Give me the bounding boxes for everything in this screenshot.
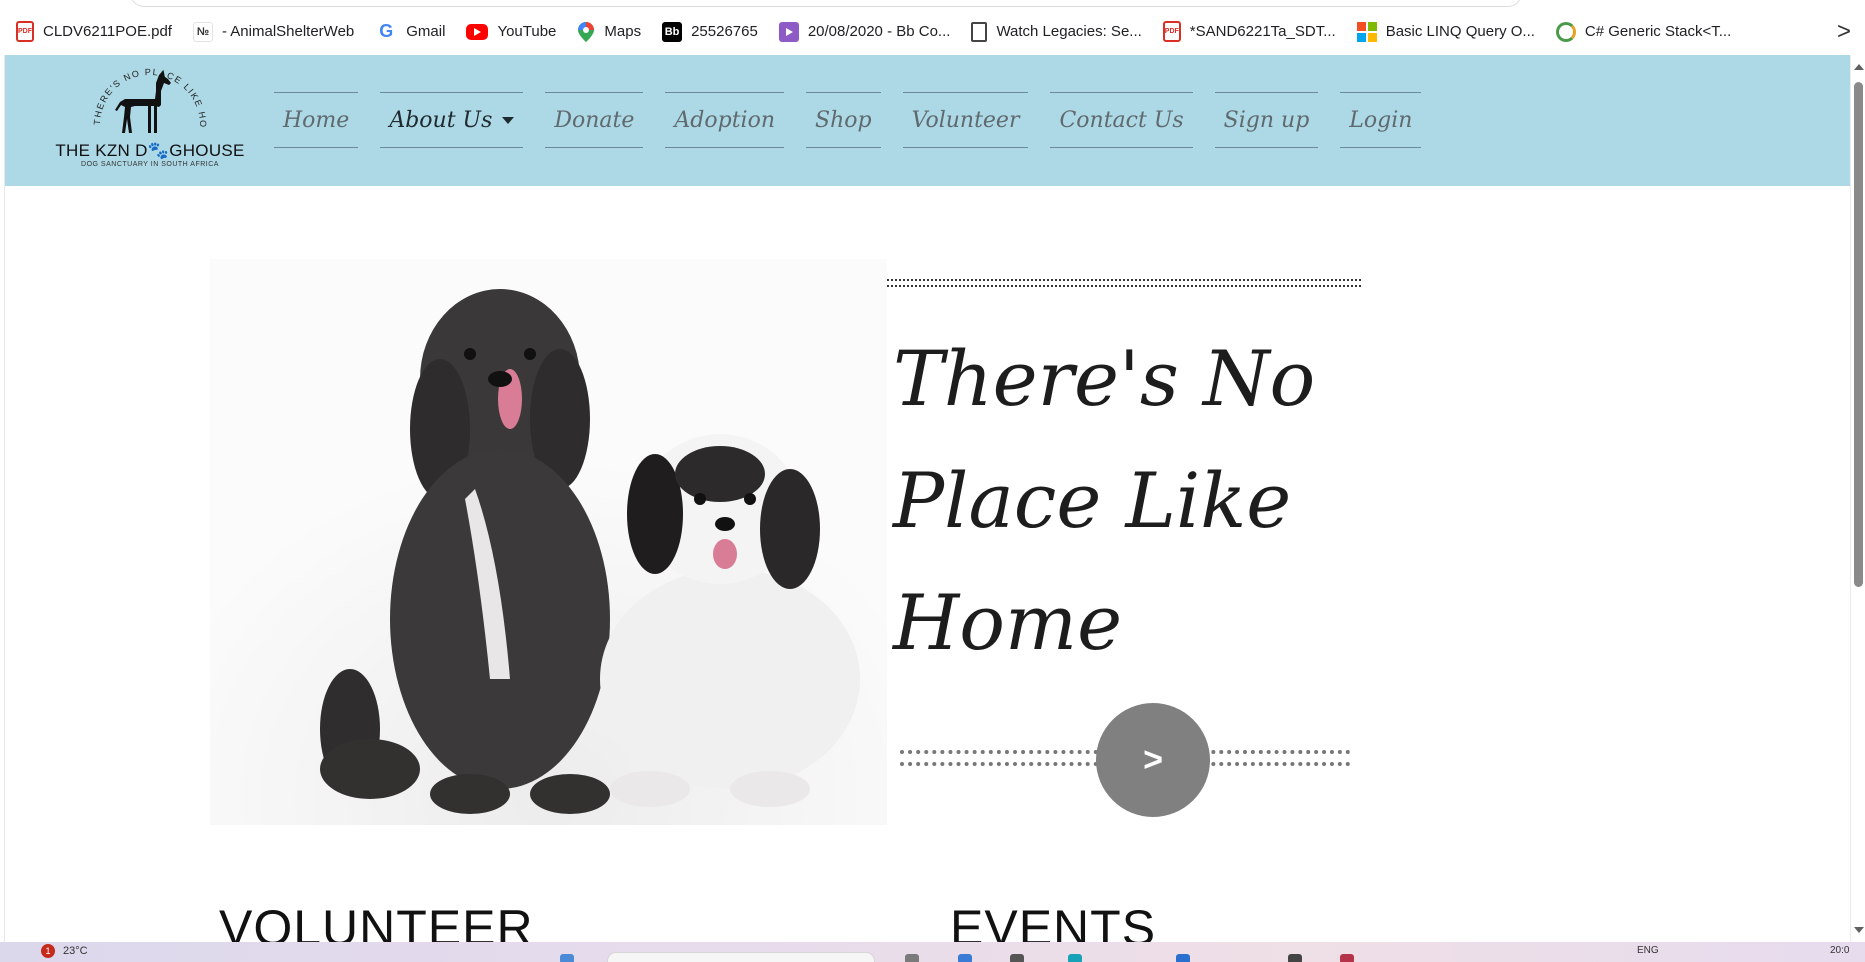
taskbar-app-icon[interactable] (905, 954, 919, 962)
tab-strip-edge (130, 0, 1522, 7)
headline-line: Home (893, 578, 1123, 667)
hero-divider-left (900, 750, 1098, 766)
nav-donate[interactable]: Donate (545, 92, 644, 148)
nav-contact-us[interactable]: Contact Us (1050, 92, 1193, 148)
bookmark-sand6221[interactable]: PDF *SAND6221Ta_SDT... (1162, 16, 1336, 48)
nav-shop[interactable]: Shop (806, 92, 881, 148)
bookmark-label: 20/08/2020 - Bb Co... (807, 23, 951, 40)
youtube-icon (466, 23, 489, 40)
task-view-icon[interactable] (560, 954, 574, 962)
microsoft-icon (1356, 21, 1377, 42)
page-icon: № (192, 21, 213, 42)
bookmark-linq-query[interactable]: Basic LINQ Query O... (1356, 16, 1535, 48)
video-icon (778, 21, 799, 42)
logo-emblem: THERE'S NO PLACE LIKE HOME (51, 55, 208, 133)
nav-about-us[interactable]: About Us (380, 92, 524, 148)
google-icon: G (379, 21, 394, 41)
bookmarks-overflow-chevron-icon[interactable]: > (1837, 8, 1851, 55)
taskbar-app-icon[interactable] (1176, 954, 1190, 962)
taskbar-search[interactable] (607, 952, 875, 962)
bookmark-label: Basic LINQ Query O... (1385, 23, 1535, 40)
bookmark-gmail[interactable]: G Gmail (375, 16, 445, 48)
nav-label: Shop (815, 107, 872, 133)
bookmark-label: *SAND6221Ta_SDT... (1189, 23, 1336, 40)
window-top-strip (0, 0, 1865, 8)
bookmark-label: 25526765 (691, 23, 758, 40)
page-viewport: THERE'S NO PLACE LIKE HOME THE KZN D🐾GHO… (4, 55, 1850, 942)
nav-label: Sign up (1223, 107, 1310, 133)
nav-label: Login (1349, 107, 1413, 133)
bookmark-label: Watch Legacies: Se... (996, 23, 1142, 40)
pdf-icon: PDF (1162, 21, 1181, 42)
bookmark-label: CLDV6211POE.pdf (43, 23, 172, 40)
taskbar-app-icon[interactable] (1340, 954, 1354, 962)
taskbar-app-icon[interactable] (1010, 954, 1024, 962)
bookmark-label: Maps (604, 23, 642, 40)
hero-dogs-image (210, 259, 887, 825)
headline-line: There's No (893, 334, 1316, 423)
scroll-thumb[interactable] (1854, 82, 1863, 587)
nav-label: Home (283, 107, 350, 133)
scroll-up-arrow-icon[interactable] (1854, 64, 1864, 70)
bookmark-label: - AnimalShelterWeb (221, 23, 355, 40)
bookmark-label: YouTube (497, 23, 557, 40)
svg-text:THERE'S NO PLACE LIKE HOME: THERE'S NO PLACE LIKE HOME (55, 61, 208, 129)
logo-arc-text: THERE'S NO PLACE LIKE HOME (51, 55, 207, 129)
nav-label: Volunteer (911, 107, 1020, 133)
nav-adoption[interactable]: Adoption (665, 92, 784, 148)
bookmark-bb-collaborate[interactable]: 20/08/2020 - Bb Co... (778, 16, 951, 48)
nav-label: About Us (389, 107, 493, 133)
volunteer-heading: VOLUNTEER (219, 900, 534, 942)
document-icon (971, 21, 988, 42)
site-logo[interactable]: THERE'S NO PLACE LIKE HOME THE KZN D🐾GHO… (51, 55, 255, 171)
hero-next-button[interactable]: > (1096, 703, 1210, 817)
events-heading: EVENTS (950, 900, 1157, 942)
scroll-down-arrow-icon[interactable] (1854, 927, 1864, 933)
os-taskbar: 1 23°C ENG 20:0 (0, 942, 1865, 962)
headline-line: Place Like (893, 456, 1292, 545)
main-nav: Home About Us Donate Adoption Shop Volun… (274, 92, 1422, 148)
nav-sign-up[interactable]: Sign up (1214, 92, 1319, 148)
bookmark-label: Gmail (406, 23, 446, 40)
site-icon (1555, 21, 1576, 42)
weather-alert-badge[interactable]: 1 (41, 944, 55, 958)
hero-divider-top (887, 279, 1361, 287)
nav-label: Donate (554, 107, 635, 133)
bookmark-animalshelterweb[interactable]: № - AnimalShelterWeb (192, 16, 355, 48)
language-indicator[interactable]: ENG (1637, 945, 1659, 956)
bookmark-maps[interactable]: Maps (577, 16, 641, 48)
nav-label: Contact Us (1059, 107, 1184, 133)
hero-headline: There's No Place Like Home (893, 318, 1373, 684)
clock[interactable]: 20:0 (1830, 945, 1849, 956)
bookmark-25526765[interactable]: Bb 25526765 (662, 16, 758, 48)
nav-login[interactable]: Login (1340, 92, 1422, 148)
taskbar-app-icon[interactable] (1288, 954, 1302, 962)
caret-down-icon (502, 116, 515, 124)
bookmark-watch-legacies[interactable]: Watch Legacies: Se... (971, 16, 1142, 48)
logo-subtitle: DOG SANCTUARY IN SOUTH AFRICA (81, 161, 219, 168)
taskbar-app-icon[interactable] (958, 954, 972, 962)
logo-title: THE KZN D🐾GHOUSE (55, 141, 245, 160)
nav-home[interactable]: Home (274, 92, 359, 148)
bookmark-generic-stack[interactable]: C# Generic Stack<T... (1555, 16, 1732, 48)
bookmarks-bar: PDF CLDV6211POE.pdf № - AnimalShelterWeb… (0, 8, 1865, 55)
blackboard-icon: Bb (662, 21, 683, 42)
taskbar-app-icon[interactable] (1068, 954, 1082, 962)
maps-icon (577, 21, 595, 42)
nav-volunteer[interactable]: Volunteer (902, 92, 1029, 148)
bookmark-label: C# Generic Stack<T... (1584, 23, 1732, 40)
bookmark-cldv6211poe[interactable]: PDF CLDV6211POE.pdf (16, 16, 172, 48)
site-navbar: THERE'S NO PLACE LIKE HOME THE KZN D🐾GHO… (5, 55, 1850, 186)
weather-temp[interactable]: 23°C (63, 945, 88, 957)
pdf-icon: PDF (16, 21, 34, 42)
bookmark-youtube[interactable]: YouTube (466, 16, 556, 48)
page-scrollbar[interactable] (1850, 55, 1865, 942)
nav-label: Adoption (674, 107, 775, 133)
